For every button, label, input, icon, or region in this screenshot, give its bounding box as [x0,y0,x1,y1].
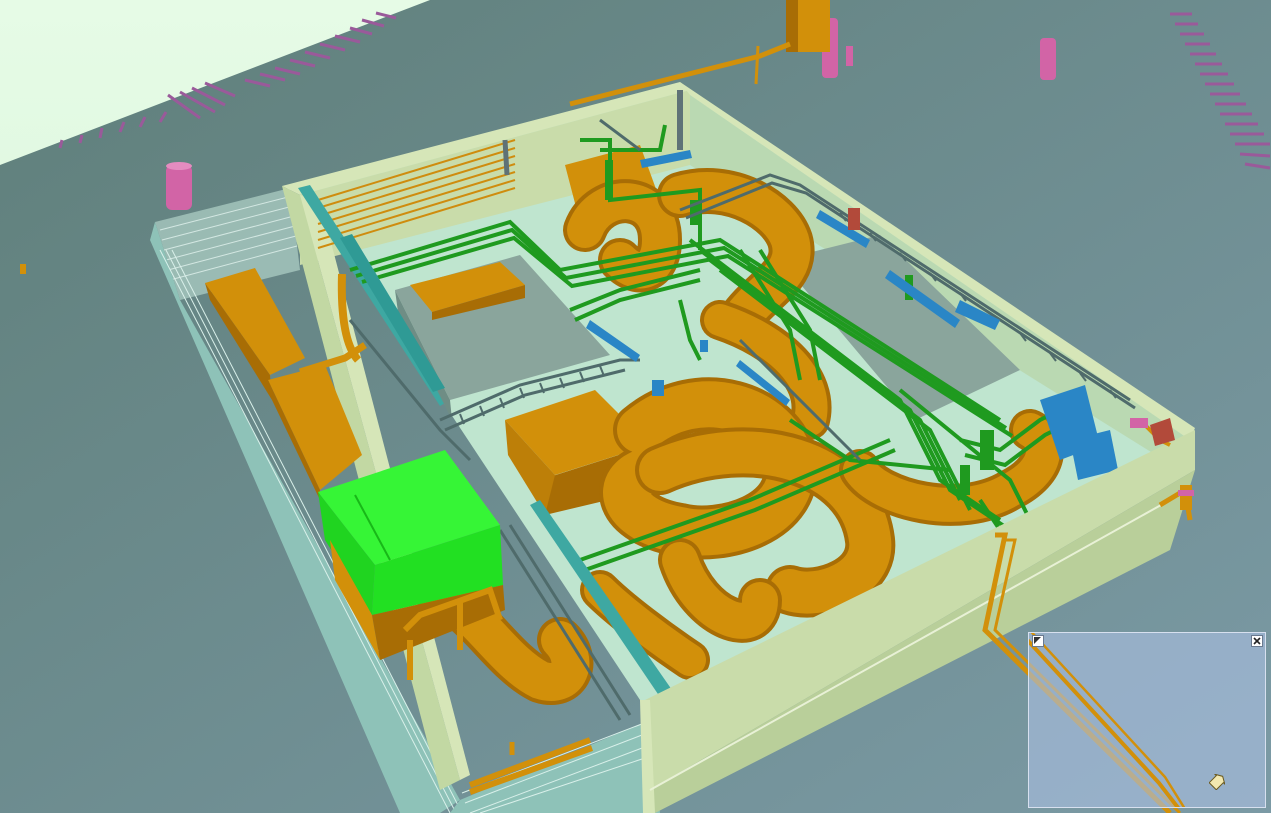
navigator-panel[interactable] [1028,632,1266,808]
close-icon[interactable] [1251,635,1263,647]
pointer-cursor-icon [1209,774,1225,790]
expand-icon[interactable] [1032,635,1044,647]
wall-post [502,139,510,176]
navigator-view [1029,633,1186,807]
3d-viewport[interactable] [0,0,1271,813]
